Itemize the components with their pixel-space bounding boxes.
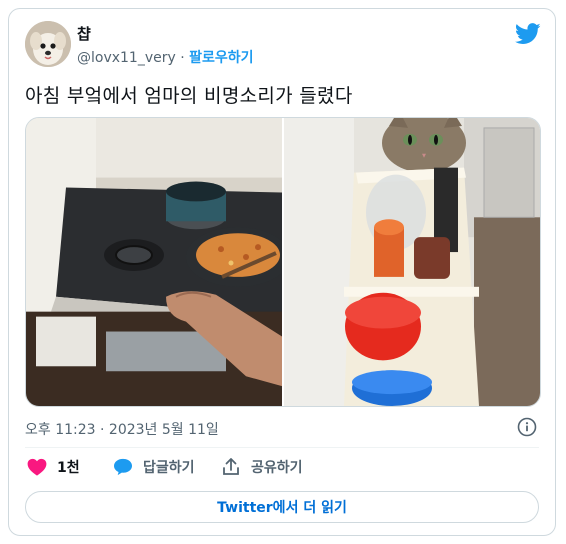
tweet-media[interactable] [25,117,541,407]
share-button[interactable]: 공유하기 [221,457,303,477]
user-handle[interactable]: @lovx11_very [77,50,176,66]
cat-shelf-photo[interactable] [284,118,540,406]
follow-button[interactable]: 팔로우하기 [189,50,253,66]
speech-bubble-icon [114,458,132,476]
share-label: 공유하기 [251,460,303,476]
dog-avatar-icon [25,21,71,67]
avatar[interactable] [25,21,71,67]
tweet-timestamp[interactable]: 오후 11:23 · 2023년 5월 11일 [25,419,219,439]
share-icon [223,458,239,475]
heart-icon [27,458,47,476]
display-name[interactable]: 챱 [77,23,91,44]
reply-label: 답글하기 [143,460,195,476]
handle-row: @lovx11_very · 팔로우하기 [77,47,254,67]
info-icon[interactable] [517,417,537,437]
kitchen-stove-photo[interactable] [26,118,282,406]
divider [25,447,539,448]
tweet-text: 아침 부엌에서 엄마의 비명소리가 들렸다 [25,85,353,107]
like-count: 1천 [57,460,80,476]
twitter-bird-icon[interactable] [515,23,541,45]
reply-button[interactable]: 답글하기 [113,457,195,477]
tweet-card: 챱 @lovx11_very · 팔로우하기 아침 부엌에서 엄마의 비명소리가… [8,8,556,536]
read-more-button[interactable]: Twitter에서 더 읽기 [25,491,539,523]
handle-separator: · [180,50,185,66]
like-button[interactable]: 1천 [27,457,80,477]
